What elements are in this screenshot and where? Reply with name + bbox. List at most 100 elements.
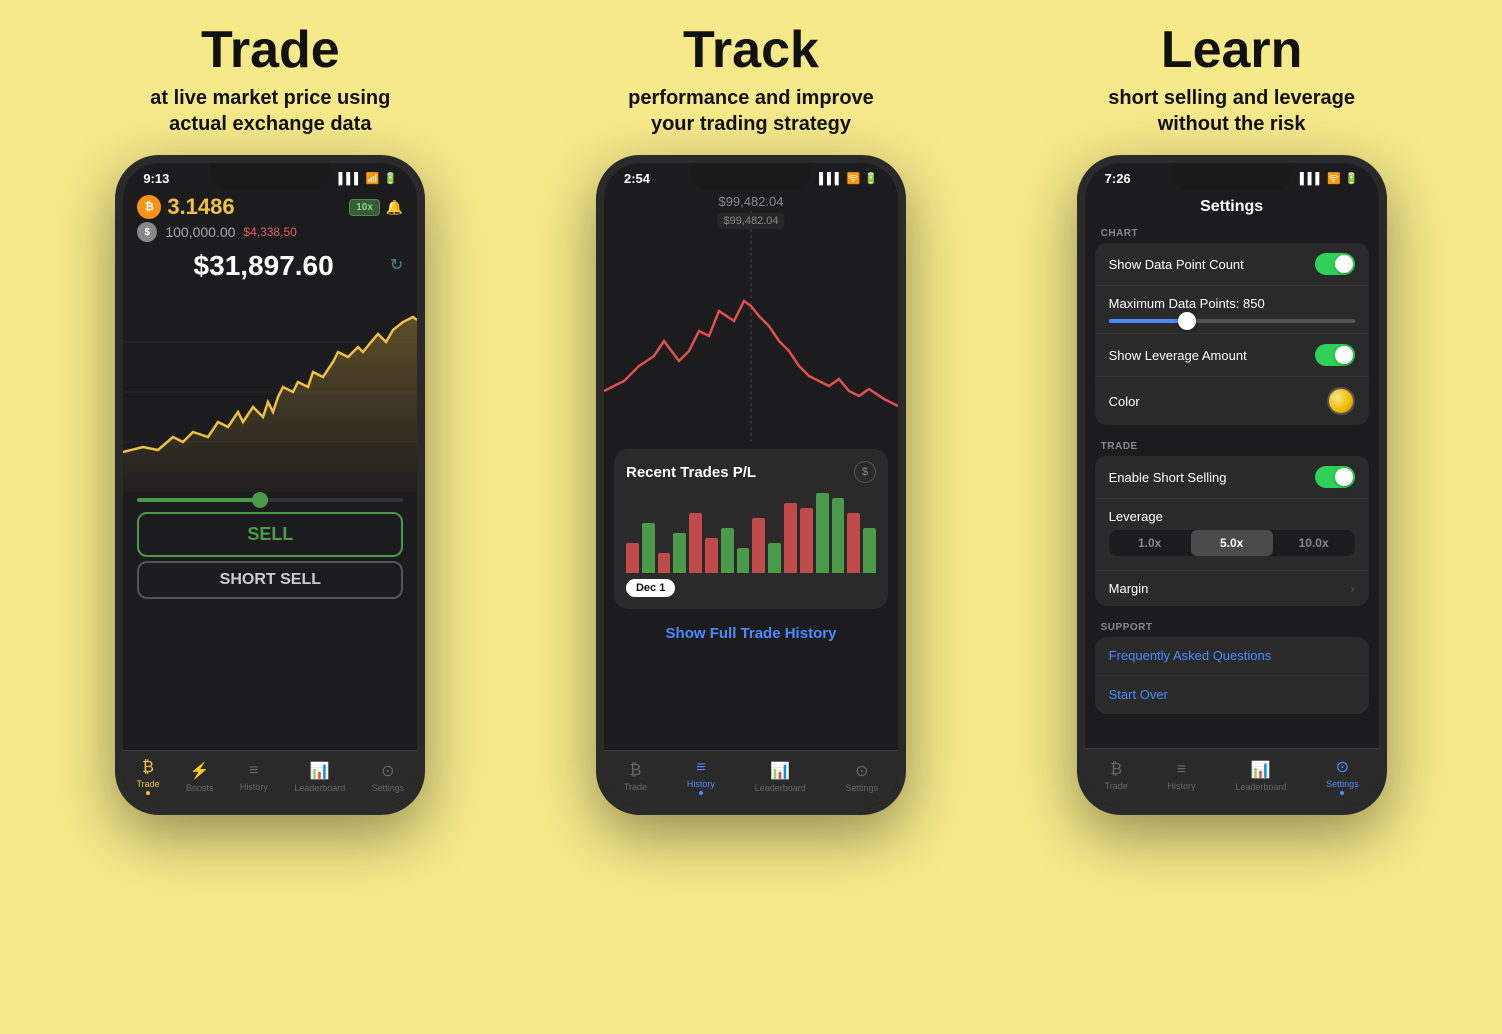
faq-label: Frequently Asked Questions	[1109, 648, 1272, 663]
settings-row-leverage: Leverage 1.0x 5.0x 10.0x	[1095, 499, 1369, 571]
market-price: $31,897.60	[137, 250, 390, 282]
recent-trades-title: Recent Trades P/L	[626, 464, 756, 481]
nav-item-history-1[interactable]: ≡ History	[240, 762, 268, 792]
panel-learn-title: Learn	[1161, 22, 1303, 79]
wifi-icon-1: 📶	[366, 172, 380, 185]
bar-14	[832, 498, 845, 573]
bar-5	[689, 513, 702, 573]
data-point-count-label: Show Data Point Count	[1109, 257, 1244, 272]
btc-price: 3.1486	[167, 194, 234, 220]
bar-16	[863, 528, 876, 573]
sell-button[interactable]: SELL	[137, 512, 403, 557]
trade-nav-icon-2: ₿	[630, 762, 642, 780]
panel-learn-subtitle: short selling and leveragewithout the ri…	[1108, 85, 1355, 137]
bar-7	[721, 528, 734, 573]
start-over-label: Start Over	[1109, 687, 1168, 702]
nav-item-leaderboard-3[interactable]: 📊 Leaderboard	[1235, 760, 1286, 792]
leverage-option-1x[interactable]: 1.0x	[1109, 530, 1191, 556]
nav-item-settings-3[interactable]: ⊙ Settings	[1326, 757, 1359, 795]
chart-area-2: $99,482.04	[604, 211, 898, 441]
nav-dot-2	[699, 791, 703, 795]
slider-fill-1	[137, 498, 257, 502]
faq-row[interactable]: Frequently Asked Questions	[1095, 637, 1369, 676]
max-data-label: Maximum Data Points: 850	[1109, 296, 1265, 311]
nav-item-leaderboard-1[interactable]: 📊 Leaderboard	[294, 761, 345, 793]
nav-item-boosts[interactable]: ⚡ Boosts	[186, 761, 214, 793]
nav-dot-3	[1340, 791, 1344, 795]
dollar-badge[interactable]: $	[854, 461, 876, 483]
bar-3	[658, 553, 671, 573]
chart-area-1	[123, 292, 417, 492]
show-history-button[interactable]: Show Full Trade History	[614, 617, 888, 650]
slider-track-1[interactable]	[137, 498, 403, 502]
wifi-icon-2: 🛜	[847, 172, 861, 185]
nav-label-trade-2: Trade	[624, 782, 647, 792]
toggle-thumb-1	[1335, 255, 1353, 273]
chart-settings-card: Show Data Point Count Maximum Data Point…	[1095, 243, 1369, 425]
status-icons-1: ▌▌▌ 📶 🔋	[339, 172, 398, 185]
history-nav-icon-2: ≡	[696, 759, 705, 777]
btc-badge: ₿	[137, 195, 161, 219]
wifi-icon-3: 🛜	[1327, 172, 1341, 185]
color-circle[interactable]	[1327, 387, 1355, 415]
bottom-nav-1: ₿ Trade ⚡ Boosts ≡ History 📊 Leaderb	[123, 750, 417, 807]
leaderboard-nav-icon-2: 📊	[770, 761, 790, 781]
chart-line-2	[604, 301, 898, 406]
signal-icon-1: ▌▌▌	[339, 173, 362, 185]
chart-price-label: $99,482.04	[604, 190, 898, 211]
settings-row-leverage-amount: Show Leverage Amount	[1095, 334, 1369, 377]
history-nav-icon-3: ≡	[1177, 761, 1186, 779]
bell-icon[interactable]: 🔔	[386, 199, 403, 216]
settings-row-margin[interactable]: Margin ›	[1095, 571, 1369, 606]
nav-item-trade-3[interactable]: ₿ Trade	[1105, 761, 1128, 791]
nav-item-settings-1[interactable]: ⊙ Settings	[372, 761, 405, 793]
refresh-icon[interactable]: ↻	[390, 255, 403, 275]
nav-item-trade-2[interactable]: ₿ Trade	[624, 762, 647, 792]
bottom-nav-2: ₿ Trade ≡ History 📊 Leaderboard ⊙ Se	[604, 750, 898, 807]
nav-label-settings-1: Settings	[372, 783, 405, 793]
short-selling-toggle[interactable]	[1315, 466, 1355, 488]
usd-badge: $	[137, 222, 157, 242]
bar-15	[847, 513, 860, 573]
leverage-amount-toggle[interactable]	[1315, 344, 1355, 366]
bar-chart-area	[626, 493, 876, 573]
phone-screen-settings: 7:26 ▌▌▌ 🛜 🔋 Settings CHART Show Data Po…	[1085, 163, 1379, 807]
nav-label-history-1: History	[240, 782, 268, 792]
recent-trades-header: Recent Trades P/L $	[626, 461, 876, 483]
nav-dot-1	[146, 791, 150, 795]
section-chart-label: CHART	[1085, 220, 1379, 243]
section-trade-label: TRADE	[1085, 433, 1379, 456]
settings-row-color: Color	[1095, 377, 1369, 425]
short-sell-button[interactable]: SHORT SELL	[137, 561, 403, 599]
nav-item-settings-2[interactable]: ⊙ Settings	[846, 761, 879, 793]
data-point-count-toggle[interactable]	[1315, 253, 1355, 275]
status-icons-3: ▌▌▌ 🛜 🔋	[1300, 172, 1359, 185]
toggle-thumb-3	[1335, 468, 1353, 486]
slider-thumb-settings	[1178, 312, 1196, 330]
settings-row-data-point-count: Show Data Point Count	[1095, 243, 1369, 286]
trade-nav-icon-3: ₿	[1110, 761, 1122, 779]
nav-item-trade-1[interactable]: ₿ Trade	[136, 759, 159, 795]
bar-4	[673, 533, 686, 573]
panel-track: Track performance and improveyour tradin…	[526, 22, 976, 1012]
battery-icon-2: 🔋	[864, 172, 878, 185]
leverage-option-10x[interactable]: 10.0x	[1273, 530, 1355, 556]
time-3: 7:26	[1105, 171, 1131, 186]
leaderboard-nav-icon-1: 📊	[310, 761, 330, 781]
settings-nav-icon-1: ⊙	[381, 761, 394, 781]
leverage-badge[interactable]: 10x	[349, 199, 380, 216]
settings-row-max-data: Maximum Data Points: 850	[1095, 286, 1369, 334]
start-over-row[interactable]: Start Over	[1095, 676, 1369, 714]
max-data-slider[interactable]	[1109, 319, 1355, 323]
leverage-option-5x[interactable]: 5.0x	[1191, 530, 1273, 556]
signal-icon-3: ▌▌▌	[1300, 173, 1323, 185]
time-1: 9:13	[143, 171, 169, 186]
nav-label-trade-1: Trade	[136, 779, 159, 789]
nav-item-history-2[interactable]: ≡ History	[687, 759, 715, 795]
trade-header: ₿ 3.1486 10x 🔔 $ 100,000.00 $4,338.50	[123, 190, 417, 292]
support-settings-card: Frequently Asked Questions Start Over	[1095, 637, 1369, 714]
settings-row-short-selling: Enable Short Selling	[1095, 456, 1369, 499]
nav-item-history-3[interactable]: ≡ History	[1168, 761, 1196, 791]
leverage-selector[interactable]: 1.0x 5.0x 10.0x	[1109, 530, 1355, 556]
nav-item-leaderboard-2[interactable]: 📊 Leaderboard	[755, 761, 806, 793]
